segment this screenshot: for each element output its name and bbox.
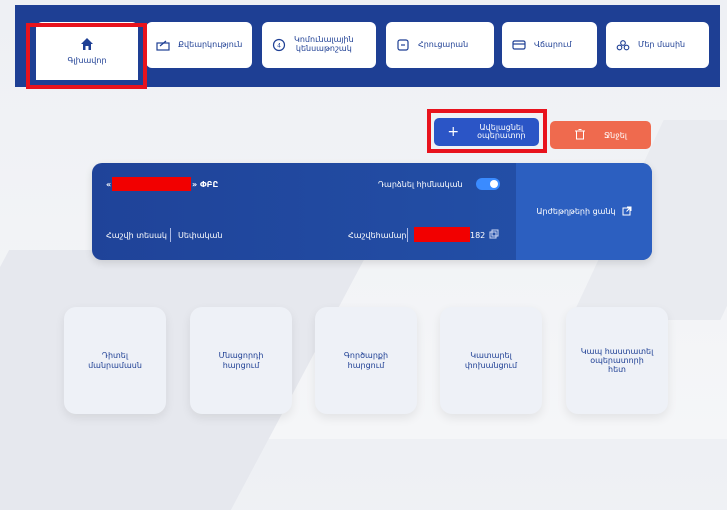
tile-contact-operator-label: Կապ հաստատել օպերատորի հետ: [580, 346, 654, 375]
tile-transaction-inquiry-label: Գործարքի հարցում: [343, 351, 389, 370]
pension-icon: 4: [272, 38, 286, 52]
tab-about[interactable]: Մեր մասին: [606, 22, 709, 68]
tab-archive-label: Հրուցարան: [418, 39, 469, 49]
payment-card-icon: [512, 38, 526, 52]
archive-icon: [396, 38, 410, 52]
tile-make-transfer[interactable]: Կատարել փոխանցում: [440, 307, 542, 414]
tab-voting[interactable]: Քվեարկություն: [146, 22, 252, 68]
tab-voting-label: Քվեարկություն: [178, 39, 243, 49]
redacted-account-number: [414, 227, 470, 242]
securities-list-link[interactable]: Արժեթղթերի ցանկ: [516, 163, 652, 260]
tile-view-details[interactable]: Դիտել մանրամասն: [64, 307, 166, 414]
tile-transaction-inquiry[interactable]: Գործարքի հարցում: [315, 307, 417, 414]
copy-icon[interactable]: [489, 229, 499, 241]
tab-pension-label: Կոմունալային կենսաթոշակ: [294, 35, 354, 53]
tile-make-transfer-label: Կատարել փոխանցում: [464, 351, 518, 370]
add-operator-button[interactable]: + Ավելացնել օպերատոր: [434, 118, 539, 146]
company-prefix: «: [106, 180, 112, 189]
about-icon: [616, 38, 630, 52]
account-number-suffix: 182: [470, 231, 486, 240]
tile-contact-operator[interactable]: Կապ հաստատել օպերատորի հետ: [566, 307, 668, 414]
tab-payment[interactable]: Վճարում: [502, 22, 597, 68]
plus-icon: +: [447, 124, 460, 140]
default-toggle-label: Դարձնել հիմնական: [378, 180, 463, 189]
tile-view-details-label: Դիտել մանրամասն: [88, 351, 142, 370]
tile-balance-inquiry[interactable]: Մնացորդի հարցում: [190, 307, 292, 414]
tab-home[interactable]: Գլխավոր: [36, 22, 138, 80]
svg-text:4: 4: [277, 43, 281, 50]
default-account-toggle[interactable]: [476, 178, 500, 190]
tile-balance-inquiry-label: Մնացորդի հարցում: [218, 351, 264, 370]
account-number-label: Հաշվեհամար: [348, 231, 407, 240]
ballot-icon: [156, 38, 170, 52]
external-link-icon: [622, 206, 632, 218]
add-operator-label: Ավելացնել օպերատոր: [477, 122, 526, 140]
company-suffix: » ՓԲԸ: [192, 180, 219, 189]
securities-list-label: Արժեթղթերի ցանկ: [536, 207, 616, 216]
redacted-company-name: [112, 177, 191, 191]
account-type-label: Հաշվի տեսակ: [106, 231, 167, 240]
separator: [170, 228, 171, 242]
account-type-value: Սեփական: [178, 231, 223, 240]
home-icon: [80, 37, 94, 51]
delete-label: Ջնջել: [604, 130, 627, 140]
trash-icon: [574, 128, 586, 142]
delete-button[interactable]: Ջնջել: [550, 121, 651, 149]
tab-home-label: Գլխավոր: [67, 55, 107, 65]
account-card: « » ՓԲԸ Դարձնել հիմնական Հաշվի տեսակ Սեփ…: [92, 163, 652, 260]
separator: [407, 228, 408, 242]
tab-archive[interactable]: Հրուցարան: [386, 22, 494, 68]
tab-about-label: Մեր մասին: [638, 39, 686, 49]
background-shape: [0, 250, 370, 510]
tab-payment-label: Վճարում: [534, 39, 572, 49]
tab-pension[interactable]: 4 Կոմունալային կենսաթոշակ: [262, 22, 376, 68]
